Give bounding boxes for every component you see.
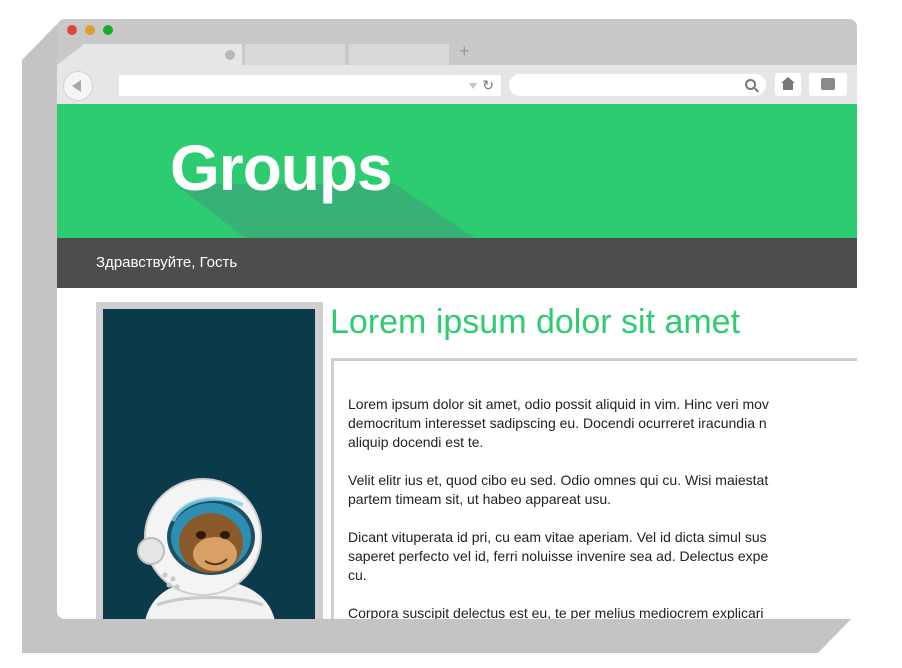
address-bar[interactable]: ↻ <box>119 75 501 96</box>
extension-button[interactable] <box>809 73 847 96</box>
extension-icon <box>821 78 835 90</box>
title-bar: + <box>57 19 857 65</box>
article-box: Lorem ipsum dolor sit amet, odio possit … <box>331 358 857 619</box>
site-title: Groups <box>170 132 393 204</box>
home-icon-body <box>783 83 793 90</box>
tab-active[interactable] <box>83 44 242 65</box>
article-body: Lorem ipsum dolor sit amet, odio possit … <box>334 361 857 619</box>
tab-second[interactable] <box>245 44 345 65</box>
nav-bar: Здравствуйте, Гость <box>57 238 857 288</box>
browser-window: + ↻ Groups Здравствуйте, Гость Lorem ips… <box>57 19 857 619</box>
article-paragraph: Velit elitr ius et, quod cibo eu sed. Od… <box>348 472 769 507</box>
browser-toolbar: ↻ <box>57 65 857 104</box>
search-input[interactable] <box>509 74 766 96</box>
maximize-window-button[interactable] <box>103 25 113 35</box>
astronaut-monkey-mascot <box>137 478 275 619</box>
close-window-button[interactable] <box>67 25 77 35</box>
home-button[interactable] <box>775 73 801 96</box>
article-heading: Lorem ipsum dolor sit amet <box>330 303 741 341</box>
tab-flare <box>57 45 83 65</box>
article-paragraph: Corpora suscipit delectus est eu, te per… <box>348 605 764 619</box>
search-icon[interactable] <box>745 79 756 90</box>
back-arrow-icon <box>72 80 81 92</box>
greeting-text: Здравствуйте, Гость <box>96 254 238 271</box>
header-banner: Groups <box>57 104 857 238</box>
article-paragraph: Lorem ipsum dolor sit amet, odio possit … <box>348 396 769 450</box>
page-content: Lorem ipsum dolor sit amet Lorem ipsum d… <box>57 288 857 619</box>
dropdown-icon[interactable] <box>469 83 477 89</box>
tab-third[interactable] <box>349 44 449 65</box>
reload-icon[interactable]: ↻ <box>482 76 494 95</box>
article-paragraph: Dicant vituperata id pri, cu eam vitae a… <box>348 529 769 583</box>
new-tab-button[interactable]: + <box>459 41 470 61</box>
sidebar-image <box>103 309 315 619</box>
minimize-window-button[interactable] <box>85 25 95 35</box>
back-button[interactable] <box>63 71 93 101</box>
sidebar-image-frame <box>96 302 323 619</box>
tab-close-icon[interactable] <box>225 50 235 60</box>
